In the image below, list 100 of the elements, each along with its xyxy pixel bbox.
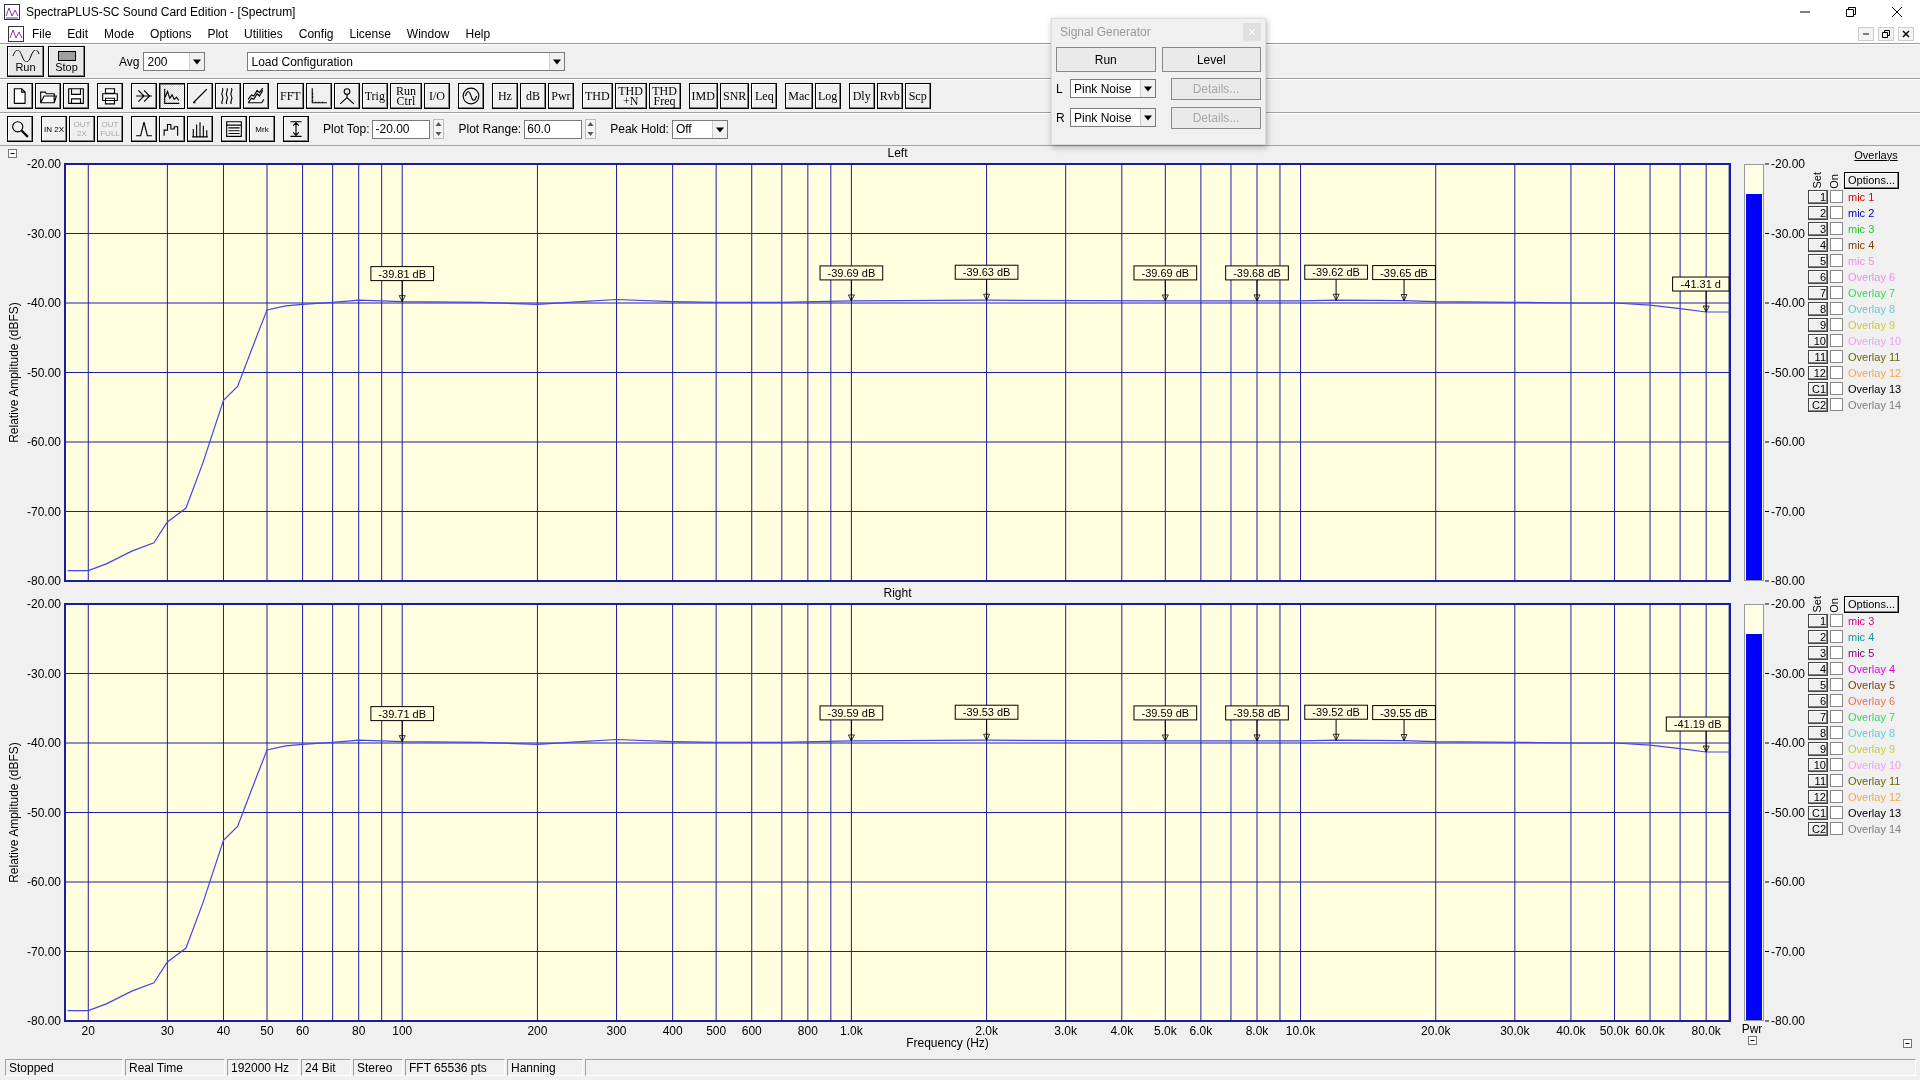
toolbar-button[interactable]: Leq xyxy=(751,83,778,110)
toolbar-button[interactable]: Log xyxy=(814,83,841,110)
checkbox[interactable] xyxy=(1830,206,1843,220)
toolbar-button[interactable] xyxy=(7,116,33,143)
checkbox[interactable] xyxy=(1830,822,1843,836)
set-button[interactable]: 4 xyxy=(1808,661,1828,676)
checkbox[interactable] xyxy=(1830,286,1843,300)
close-button[interactable] xyxy=(1898,26,1914,41)
set-button[interactable]: 5 xyxy=(1808,677,1828,692)
configuration-select[interactable]: Load Configuration xyxy=(247,52,566,72)
input-field[interactable]: -20.00 xyxy=(372,119,431,139)
collapse-icon[interactable] xyxy=(8,148,17,158)
set-button[interactable]: 12 xyxy=(1808,365,1828,380)
set-button[interactable]: 9 xyxy=(1808,741,1828,756)
menu-item[interactable]: License xyxy=(341,26,399,41)
set-button[interactable]: 11 xyxy=(1808,349,1828,364)
menu-item[interactable]: File xyxy=(24,26,60,41)
set-button[interactable]: C2 xyxy=(1808,397,1828,412)
toolbar-button[interactable] xyxy=(131,83,157,110)
toolbar-button[interactable] xyxy=(215,83,241,110)
toolbar-button[interactable]: Dly xyxy=(848,83,875,110)
spin-button[interactable] xyxy=(585,119,597,140)
set-button[interactable]: 7 xyxy=(1808,285,1828,300)
set-button[interactable]: 1 xyxy=(1808,613,1828,628)
toolbar-button[interactable]: Rvb xyxy=(876,83,903,110)
set-button[interactable]: 9 xyxy=(1808,317,1828,332)
level-button[interactable]: Level xyxy=(1161,47,1261,72)
set-button[interactable]: 10 xyxy=(1808,757,1828,772)
toolbar-button[interactable] xyxy=(243,83,269,110)
checkbox[interactable] xyxy=(1830,630,1843,644)
checkbox[interactable] xyxy=(1830,662,1843,676)
checkbox[interactable] xyxy=(1830,790,1843,804)
checkbox[interactable] xyxy=(1830,758,1843,772)
toolbar-button[interactable] xyxy=(35,83,61,110)
toolbar-button[interactable]: FFT xyxy=(277,83,304,110)
toolbar-button[interactable] xyxy=(333,83,360,110)
set-button[interactable]: 6 xyxy=(1808,693,1828,708)
checkbox[interactable] xyxy=(1830,614,1843,628)
checkbox[interactable] xyxy=(1830,334,1843,348)
toolbar-button[interactable] xyxy=(221,116,247,143)
set-button[interactable]: C2 xyxy=(1808,821,1828,836)
set-button[interactable]: 2 xyxy=(1808,205,1828,220)
checkbox[interactable] xyxy=(1830,678,1843,692)
toolbar-button[interactable] xyxy=(187,116,213,143)
toolbar-button[interactable] xyxy=(187,83,213,110)
set-button[interactable]: 3 xyxy=(1808,645,1828,660)
avg-select[interactable]: 200 xyxy=(143,52,206,72)
toolbar-button[interactable]: Trig xyxy=(361,83,388,110)
menu-item[interactable]: Window xyxy=(398,26,458,41)
checkbox[interactable] xyxy=(1830,710,1843,724)
checkbox[interactable] xyxy=(1830,694,1843,708)
set-button[interactable]: 1 xyxy=(1808,189,1828,204)
restore-button[interactable] xyxy=(1878,26,1894,41)
toolbar-button[interactable] xyxy=(283,116,309,143)
run-button[interactable]: Run xyxy=(1056,47,1156,72)
checkbox[interactable] xyxy=(1830,222,1843,236)
checkbox[interactable] xyxy=(1830,646,1843,660)
stop-button[interactable]: Stop xyxy=(48,46,85,78)
menu-item[interactable]: Help xyxy=(457,26,499,41)
checkbox[interactable] xyxy=(1830,350,1843,364)
menu-item[interactable]: Edit xyxy=(59,26,97,41)
toolbar-button[interactable] xyxy=(7,83,33,110)
toolbar-button[interactable] xyxy=(63,83,89,110)
toolbar-button[interactable] xyxy=(159,83,185,110)
set-button[interactable]: C1 xyxy=(1808,805,1828,820)
toolbar-button[interactable] xyxy=(305,83,332,110)
set-button[interactable]: 6 xyxy=(1808,269,1828,284)
options-button[interactable]: Options... xyxy=(1844,595,1900,613)
toolbar-button[interactable]: I/O xyxy=(423,83,450,110)
checkbox[interactable] xyxy=(1830,382,1843,396)
checkbox[interactable] xyxy=(1830,190,1843,204)
set-button[interactable]: 3 xyxy=(1808,221,1828,236)
spin-button[interactable] xyxy=(433,119,445,140)
toolbar-button[interactable]: IMD xyxy=(688,83,718,110)
minimize-button[interactable] xyxy=(1858,26,1874,41)
checkbox[interactable] xyxy=(1830,270,1843,284)
checkbox[interactable] xyxy=(1830,254,1843,268)
checkbox[interactable] xyxy=(1830,726,1843,740)
toolbar-button[interactable] xyxy=(131,116,157,143)
toolbar-button[interactable] xyxy=(159,116,185,143)
checkbox[interactable] xyxy=(1830,398,1843,412)
menu-item[interactable]: Mode xyxy=(96,26,143,41)
set-button[interactable]: 11 xyxy=(1808,773,1828,788)
set-button[interactable]: 8 xyxy=(1808,725,1828,740)
checkbox[interactable] xyxy=(1830,366,1843,380)
set-button[interactable]: 4 xyxy=(1808,237,1828,252)
toolbar-button[interactable]: THD Freq xyxy=(648,83,681,110)
checkbox[interactable] xyxy=(1830,806,1843,820)
toolbar-button[interactable]: IN 2X xyxy=(41,116,67,143)
set-button[interactable]: 12 xyxy=(1808,789,1828,804)
set-button[interactable]: 5 xyxy=(1808,253,1828,268)
options-button[interactable]: Options... xyxy=(1844,171,1900,189)
checkbox[interactable] xyxy=(1830,238,1843,252)
toolbar-button[interactable]: Pwr xyxy=(547,83,574,110)
toolbar-button[interactable]: Hz xyxy=(491,83,518,110)
app-icon[interactable] xyxy=(8,25,24,42)
set-button[interactable]: 10 xyxy=(1808,333,1828,348)
toolbar-button[interactable] xyxy=(457,83,484,110)
menu-item[interactable]: Plot xyxy=(199,26,237,41)
checkbox[interactable] xyxy=(1830,742,1843,756)
